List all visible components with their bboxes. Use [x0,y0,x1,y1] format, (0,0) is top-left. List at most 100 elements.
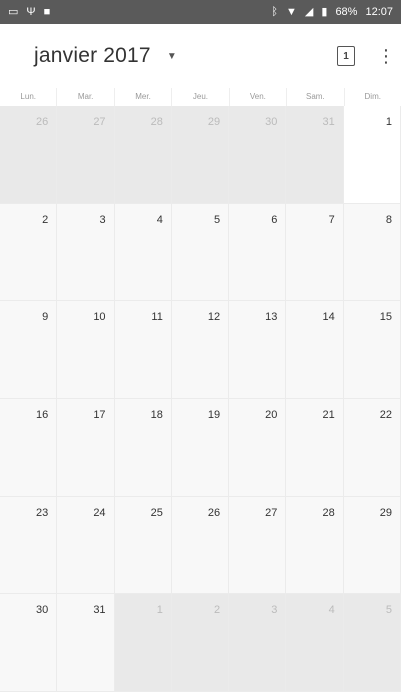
day-number: 15 [379,311,392,324]
weekday-label: Jeu. [171,88,228,106]
day-number: 9 [42,311,49,324]
clock: 12:07 [365,6,393,18]
day-number: 12 [207,311,221,324]
weekday-label: Sam. [286,88,343,106]
lock-icon: ■ [43,5,51,18]
day-cell[interactable]: 20 [229,398,287,497]
arrow-drop-down-icon: ▼ [166,50,177,62]
day-cell[interactable]: 5 [343,594,401,692]
day-number: 21 [322,408,335,421]
day-number: 3 [271,604,278,617]
day-cell[interactable]: 31 [57,594,115,692]
day-number: 25 [150,506,163,519]
usb-icon: Ψ [26,5,36,18]
day-cell[interactable]: 14 [286,301,344,399]
day-cell[interactable]: 30 [229,106,287,204]
weekday-label: Lun. [20,92,36,101]
day-cell[interactable]: 16 [0,398,58,497]
day-cell[interactable]: 3 [229,594,287,692]
today-button[interactable]: 1 [337,46,355,66]
day-number: 6 [271,213,278,226]
day-number: 5 [385,604,392,617]
day-number: 14 [322,311,335,324]
day-number: 2 [214,604,221,617]
day-number: 26 [36,116,49,128]
day-cell[interactable]: 1 [114,594,172,692]
day-cell[interactable]: 9 [0,301,58,399]
day-cell[interactable]: 27 [229,496,287,595]
day-number: 3 [99,213,106,226]
day-number: 28 [150,116,163,128]
day-cell[interactable]: 23 [0,496,58,595]
day-cell[interactable]: 12 [171,301,230,399]
weekday-label: Mar. [56,88,113,106]
day-cell[interactable]: 1 [343,106,401,204]
day-cell[interactable]: 25 [114,496,172,595]
bluetooth-icon: ᛒ [271,5,279,18]
day-number: 31 [322,116,335,128]
day-number: 30 [265,116,278,128]
day-number: 13 [265,311,278,324]
day-number: 17 [93,408,106,421]
toolbar: janvier 2017 ▼ 1 ⋮ [0,24,401,88]
status-left-icons: ▭ Ψ ■ [8,5,51,18]
day-number: 28 [322,506,335,519]
status-right-icons: ᛒ ▼ ◢ ▮ 68% 12:07 [271,6,393,18]
day-cell[interactable]: 21 [286,398,344,497]
battery-percent: 68% [335,6,358,18]
day-cell[interactable]: 8 [343,203,401,302]
day-cell[interactable]: 29 [343,496,401,595]
day-number: 2 [42,213,49,226]
day-number: 1 [156,604,163,617]
day-number: 5 [214,213,221,226]
day-number: 19 [207,408,221,421]
day-cell[interactable]: 13 [229,301,287,399]
day-cell[interactable]: 11 [114,301,172,399]
month-title: janvier 2017 [34,44,151,67]
day-number: 26 [207,506,221,519]
toolbar-actions: 1 ⋮ [337,46,395,66]
day-number: 1 [385,116,392,128]
day-cell[interactable]: 29 [171,106,230,204]
day-cell[interactable]: 22 [343,398,401,497]
day-cell[interactable]: 28 [286,496,344,595]
day-cell[interactable]: 6 [229,203,287,302]
day-cell[interactable]: 26 [0,106,58,204]
weekday-label: Mer. [113,88,171,106]
day-number: 4 [156,213,163,226]
day-cell[interactable]: 31 [286,106,344,204]
day-number: 7 [328,213,335,226]
day-number: 8 [385,213,392,226]
day-cell[interactable]: 7 [286,203,344,302]
day-number: 20 [265,408,278,421]
day-cell[interactable]: 18 [114,398,172,497]
day-number: 23 [36,506,49,519]
calendar-today-icon: 1 [343,50,349,62]
day-cell[interactable]: 27 [57,106,115,204]
day-cell[interactable]: 24 [57,496,115,595]
more-vert-icon[interactable]: ⋮ [377,47,395,65]
day-cell[interactable]: 4 [286,594,344,692]
day-cell[interactable]: 19 [171,398,230,497]
day-cell[interactable]: 4 [114,203,172,302]
day-number: 24 [93,506,106,519]
day-number: 16 [36,408,49,421]
day-number: 4 [328,604,335,617]
weekday-label: Ven. [228,88,286,106]
month-selector[interactable]: janvier 2017 ▼ [34,44,177,68]
status-bar: ▭ Ψ ■ ᛒ ▼ ◢ ▮ 68% 12:07 [0,0,401,24]
day-cell[interactable]: 10 [57,301,115,399]
day-cell[interactable]: 28 [114,106,172,204]
day-cell[interactable]: 17 [57,398,115,497]
day-cell[interactable]: 26 [171,496,230,595]
day-cell[interactable]: 30 [0,594,58,692]
day-cell[interactable]: 2 [171,594,230,692]
day-cell[interactable]: 2 [0,203,58,302]
day-cell[interactable]: 5 [171,203,230,302]
month-grid: 26 27 28 29 30 31 1 2 3 4 5 6 7 8 9 10 11 12 13 14 15 16 17 18 1… [0,106,401,692]
day-number: 10 [93,311,106,324]
day-number: 18 [150,408,163,421]
day-cell[interactable]: 15 [343,301,401,399]
day-cell[interactable]: 3 [57,203,115,302]
weekday-label: Dim. [343,88,401,106]
